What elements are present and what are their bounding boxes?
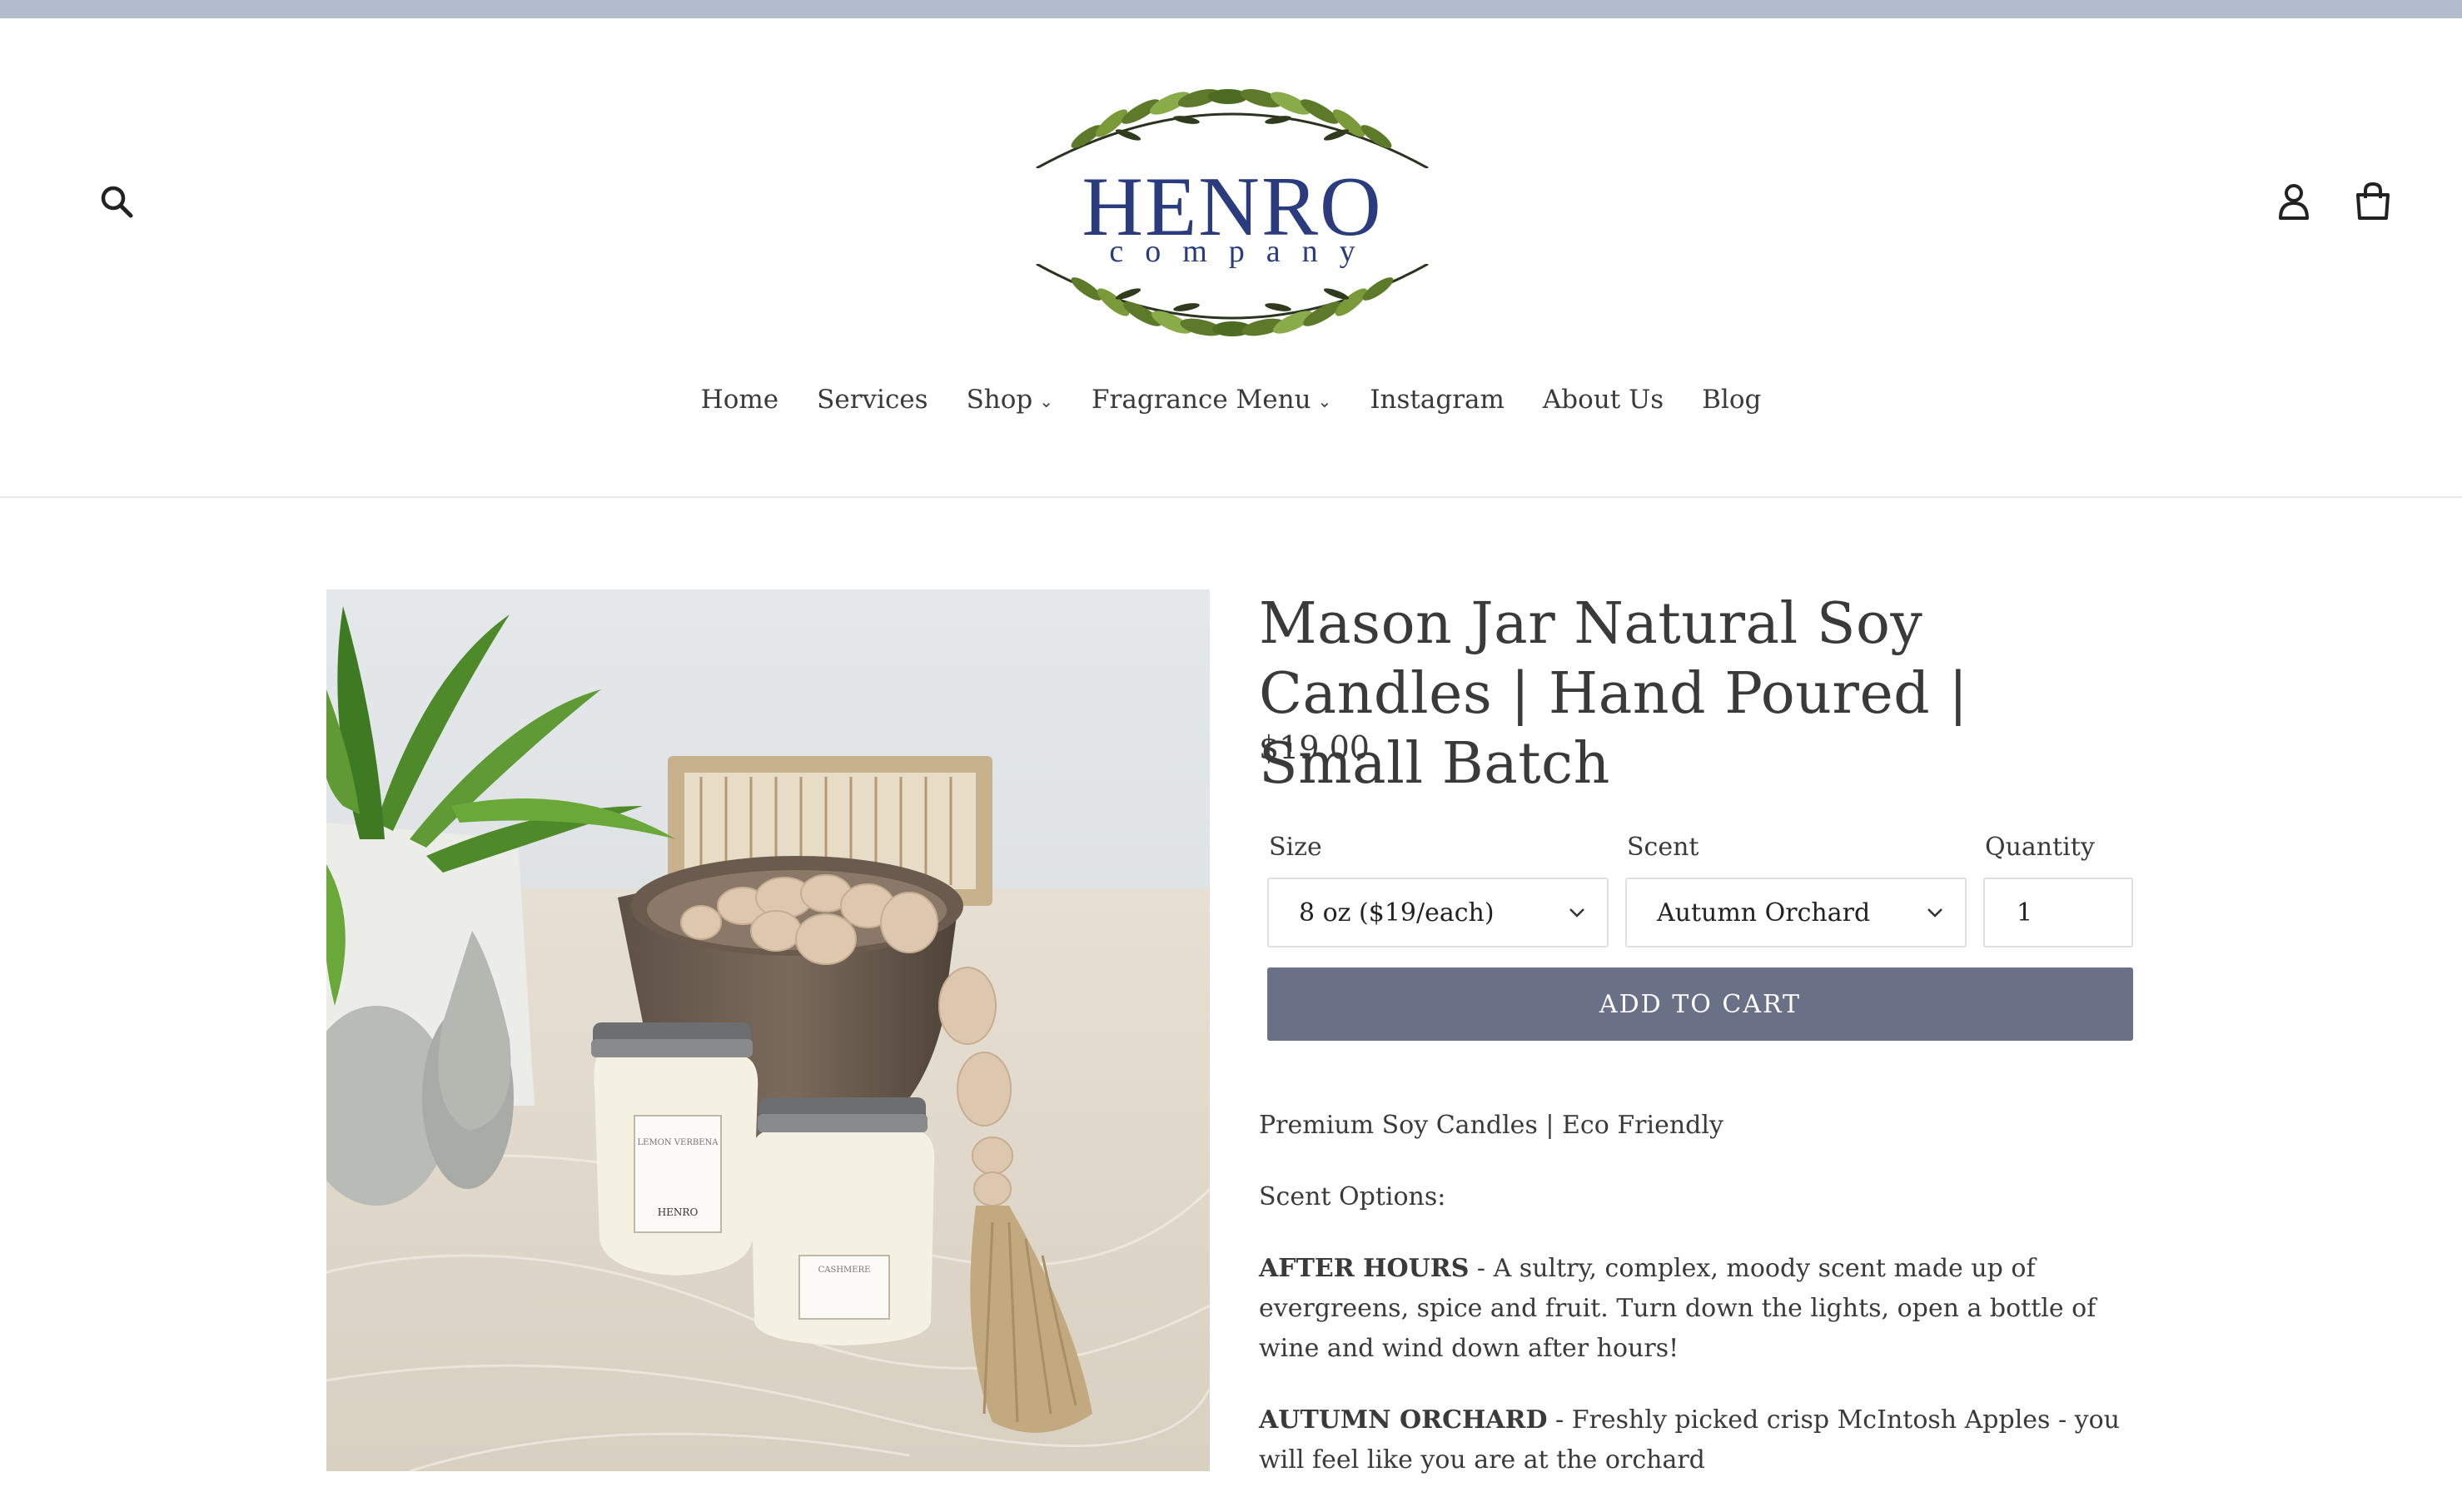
scent-autumn-orchard: AUTUMN ORCHARD - Freshly picked crisp Mc… bbox=[1259, 1400, 2141, 1480]
scent-after-hours-name: AFTER HOURS bbox=[1259, 1254, 1470, 1283]
nav-instagram-label: Instagram bbox=[1370, 385, 1505, 415]
announcement-bar bbox=[0, 0, 2462, 18]
description-scent-heading: Scent Options: bbox=[1259, 1182, 1446, 1211]
nav-shop[interactable]: Shop ⌄ bbox=[947, 385, 1072, 415]
laurel-bottom-icon bbox=[1036, 264, 1429, 336]
nav-services[interactable]: Services bbox=[798, 385, 947, 415]
scent-label: Scent bbox=[1627, 833, 1699, 862]
size-label: Size bbox=[1269, 833, 1322, 862]
product-image[interactable]: LEMON VERBENA HENRO CASHMERE bbox=[326, 589, 1210, 1471]
main-nav: Home Services Shop ⌄ Fragrance Menu ⌄ Inst… bbox=[0, 385, 2462, 415]
quantity-input[interactable]: 1 bbox=[1983, 878, 2133, 947]
nav-about-us[interactable]: About Us bbox=[1524, 385, 1683, 415]
laurel-top-icon bbox=[1036, 89, 1429, 168]
product-photo: LEMON VERBENA HENRO CASHMERE bbox=[326, 589, 1210, 1471]
nav-fragrance-menu[interactable]: Fragrance Menu ⌄ bbox=[1072, 385, 1350, 415]
chevron-down-icon: ⌄ bbox=[1039, 391, 1054, 411]
chevron-down-icon bbox=[1927, 908, 1942, 918]
product-description: Premium Soy Candles | Eco Friendly Scent… bbox=[1259, 1106, 2141, 1512]
cart-button[interactable] bbox=[2346, 175, 2400, 228]
logo-subtitle: company bbox=[1109, 234, 1377, 269]
scent-after-hours: AFTER HOURS - A sultry, complex, moody s… bbox=[1259, 1249, 2141, 1369]
nav-home[interactable]: Home bbox=[682, 385, 798, 415]
site-header: HENRO company Home Services Shop ⌄ Fragr… bbox=[0, 18, 2462, 498]
nav-blog-label: Blog bbox=[1702, 385, 1762, 415]
nav-instagram[interactable]: Instagram bbox=[1350, 385, 1524, 415]
description-tagline: Premium Soy Candles | Eco Friendly bbox=[1259, 1111, 1723, 1140]
scent-select[interactable]: Autumn Orchard bbox=[1625, 878, 1967, 947]
quantity-value: 1 bbox=[2017, 898, 2033, 928]
nav-services-label: Services bbox=[817, 385, 928, 415]
jar2-label: CASHMERE bbox=[818, 1266, 871, 1275]
search-icon bbox=[101, 186, 133, 218]
nav-about-us-label: About Us bbox=[1542, 385, 1664, 415]
size-select-value: 8 oz ($19/each) bbox=[1299, 898, 1495, 928]
scent-select-value: Autumn Orchard bbox=[1657, 898, 1871, 928]
jar1-label: LEMON VERBENA bbox=[638, 1138, 719, 1147]
add-to-cart-button[interactable]: ADD TO CART bbox=[1267, 967, 2133, 1041]
size-select[interactable]: 8 oz ($19/each) bbox=[1267, 878, 1609, 947]
nav-blog[interactable]: Blog bbox=[1683, 385, 1780, 415]
chevron-down-icon: ⌄ bbox=[1317, 391, 1332, 411]
account-button[interactable] bbox=[2269, 177, 2319, 226]
product-title: Mason Jar Natural Soy Candles | Hand Pou… bbox=[1259, 591, 1968, 797]
quantity-label: Quantity bbox=[1985, 833, 2095, 862]
nav-home-label: Home bbox=[700, 385, 779, 415]
chevron-down-icon bbox=[1569, 908, 1584, 918]
cart-icon bbox=[2356, 182, 2390, 220]
product-info: Mason Jar Natural Soy Candles | Hand Pou… bbox=[1259, 589, 2141, 1475]
product-price: $19.00 bbox=[1259, 729, 1370, 766]
jar1-brand: HENRO bbox=[658, 1206, 699, 1218]
scent-autumn-orchard-name: AUTUMN ORCHARD bbox=[1259, 1405, 1548, 1435]
store-logo[interactable]: HENRO company bbox=[1020, 68, 1445, 351]
account-icon bbox=[2279, 184, 2309, 220]
nav-fragrance-menu-label: Fragrance Menu bbox=[1092, 385, 1311, 415]
nav-shop-label: Shop bbox=[966, 385, 1033, 415]
search-button[interactable] bbox=[92, 177, 142, 226]
